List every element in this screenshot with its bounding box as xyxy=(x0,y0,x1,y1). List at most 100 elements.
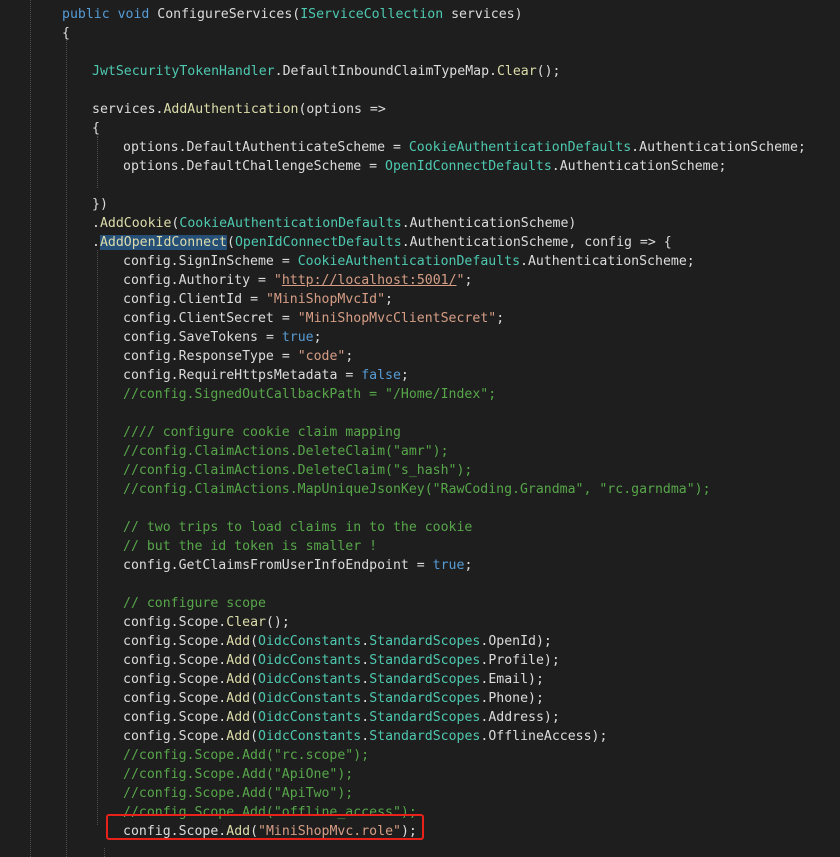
code-token: OidcConstants xyxy=(258,653,362,668)
code-token: . xyxy=(551,159,560,174)
code-token: JwtSecurityTokenHandler xyxy=(92,64,275,79)
code-line: // configure scope xyxy=(123,594,266,613)
code-token: GetClaimsFromUserInfoEndpoint xyxy=(178,558,409,573)
code-token: . xyxy=(170,273,179,288)
code-token: = xyxy=(361,159,386,174)
code-token: config xyxy=(123,349,171,364)
code-token: . xyxy=(170,672,179,687)
code-token: config xyxy=(123,273,171,288)
code-token: ( xyxy=(250,710,259,725)
code-token: AuthenticationScheme; xyxy=(639,140,806,155)
code-token: http://localhost:5001/ xyxy=(281,273,457,288)
code-line: //// configure cookie claim mapping xyxy=(123,423,401,442)
code-token: = xyxy=(242,292,266,307)
code-token: "MiniShopMvcId" xyxy=(265,292,386,307)
code-token: . xyxy=(170,254,179,269)
code-token: . xyxy=(178,140,187,155)
code-token: IServiceCollection xyxy=(300,7,444,22)
code-line: //config.ClaimActions.DeleteClaim("s_has… xyxy=(123,461,472,480)
code-token: AddCookie xyxy=(99,216,172,231)
code-token: CookieAuthenticationDefaults xyxy=(408,140,632,155)
code-token: Add xyxy=(226,691,251,706)
code-line: config.SignInScheme = CookieAuthenticati… xyxy=(123,252,695,271)
code-line: config.SaveTokens = true; xyxy=(123,328,322,347)
code-token: = xyxy=(408,558,433,573)
code-token: ClientId xyxy=(178,292,243,307)
code-token: ClientSecret xyxy=(178,311,274,326)
code-token: AuthenticationScheme; xyxy=(527,254,695,269)
code-token: ; xyxy=(385,292,393,307)
code-token: ; xyxy=(400,368,409,383)
code-token: . xyxy=(361,672,370,687)
selected-token: AddOpenIdConnect xyxy=(99,235,227,250)
code-token: //config.Scope.Add("ApiTwo"); xyxy=(123,786,354,801)
code-token: Authority xyxy=(178,273,251,288)
code-line: JwtSecurityTokenHandler.DefaultInboundCl… xyxy=(92,62,561,81)
code-token: = xyxy=(273,349,298,364)
code-token: CookieAuthenticationDefaults xyxy=(297,254,521,269)
code-token: . xyxy=(489,64,497,79)
indent-guide xyxy=(30,0,31,857)
code-token: AuthenticationScheme) xyxy=(409,216,577,231)
red-highlight-box xyxy=(106,814,424,840)
code-line: //config.ClaimActions.DeleteClaim("amr")… xyxy=(123,442,449,461)
code-token: (options => xyxy=(298,102,386,117)
code-token: // configure scope xyxy=(123,596,266,611)
code-line: // but the id token is smaller ! xyxy=(123,537,377,556)
code-token: ConfigureServices xyxy=(157,7,293,22)
code-line: config.Scope.Clear(); xyxy=(123,613,290,632)
code-token: . xyxy=(361,710,370,725)
code-token: config xyxy=(123,330,171,345)
code-line: config.Scope.Add(OidcConstants.StandardS… xyxy=(123,670,544,689)
code-editor[interactable]: public void ConfigureServices (IServiceCo… xyxy=(0,0,840,857)
code-token: services) xyxy=(443,7,523,22)
code-token: = xyxy=(273,254,298,269)
code-token: . xyxy=(170,729,179,744)
code-token: . xyxy=(170,634,179,649)
code-token: StandardScopes xyxy=(369,634,481,649)
code-token: AuthenticationScheme, config => { xyxy=(409,235,672,250)
code-token: DefaultChallengeScheme xyxy=(186,159,362,174)
code-token: SignInScheme xyxy=(178,254,274,269)
code-token: ( xyxy=(250,653,259,668)
code-token: Scope xyxy=(178,634,219,649)
code-token: CookieAuthenticationDefaults xyxy=(179,216,402,231)
code-token: //config.ClaimActions.DeleteClaim("amr")… xyxy=(123,444,449,459)
code-token: config xyxy=(123,368,171,383)
code-token: ; xyxy=(464,273,473,288)
code-token: OidcConstants xyxy=(258,672,362,687)
code-line: .AddOpenIdConnect(OpenIdConnectDefaults.… xyxy=(92,233,672,252)
code-token: ( xyxy=(250,634,259,649)
code-token: config xyxy=(123,292,171,307)
code-token: // two trips to load claims in to the co… xyxy=(123,520,473,535)
indent-guide xyxy=(66,40,67,857)
code-token: //config.ClaimActions.DeleteClaim("s_has… xyxy=(123,463,473,478)
code-token: Scope xyxy=(178,653,219,668)
code-token: Add xyxy=(226,653,251,668)
code-line: //config.Scope.Add("ApiOne"); xyxy=(123,765,353,784)
code-token: Clear xyxy=(226,615,266,630)
code-token: StandardScopes xyxy=(369,653,481,668)
code-line: //config.SignedOutCallbackPath = "/Home/… xyxy=(123,385,496,404)
code-token: //config.Scope.Add("rc.scope"); xyxy=(123,748,370,763)
code-token: . xyxy=(170,349,179,364)
code-token: SaveTokens xyxy=(178,330,258,345)
code-token: Add xyxy=(226,672,251,687)
code-line: config.Scope.Add(OidcConstants.StandardS… xyxy=(123,651,560,670)
code-token: . xyxy=(170,615,179,630)
code-line: options.DefaultAuthenticateScheme = Cook… xyxy=(123,138,806,157)
code-token: ( xyxy=(250,691,259,706)
code-token: . xyxy=(92,216,100,231)
code-token: . xyxy=(178,159,187,174)
code-token: AddAuthentication xyxy=(163,102,299,117)
code-line: config.Scope.Add(OidcConstants.StandardS… xyxy=(123,632,552,651)
code-token: OidcConstants xyxy=(258,729,362,744)
code-token: config xyxy=(123,634,171,649)
code-token: config xyxy=(123,710,171,725)
code-line: config.ResponseType = "code"; xyxy=(123,347,353,366)
code-token: AuthenticationScheme; xyxy=(559,159,727,174)
code-token: services xyxy=(92,102,156,117)
code-line: config.Scope.Add(OidcConstants.StandardS… xyxy=(123,727,607,746)
code-token: "MiniShopMvcClientSecret" xyxy=(297,311,497,326)
code-token: ; xyxy=(496,311,505,326)
